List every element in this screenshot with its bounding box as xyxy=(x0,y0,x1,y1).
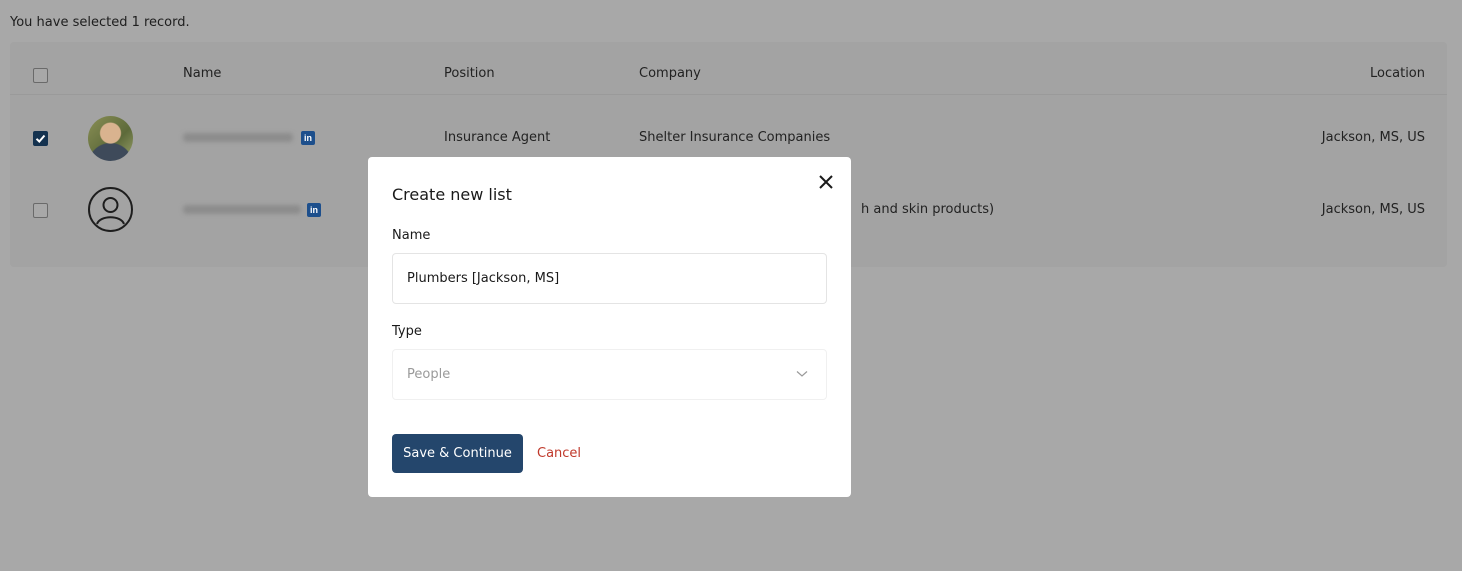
column-header-location: Location xyxy=(1370,66,1425,81)
check-icon xyxy=(35,134,46,143)
cell-company: Shelter Insurance Companies xyxy=(639,130,831,145)
save-continue-button[interactable]: Save & Continue xyxy=(392,434,523,473)
name-field-label: Name xyxy=(392,228,431,243)
type-select-value: People xyxy=(407,367,451,382)
cell-location: Jackson, MS, US xyxy=(1321,202,1425,217)
create-list-modal: Create new list Name Type People Save & … xyxy=(368,157,851,497)
modal-title: Create new list xyxy=(392,185,512,204)
column-header-name: Name xyxy=(183,66,222,81)
select-all-checkbox[interactable] xyxy=(33,68,48,83)
contact-name[interactable] xyxy=(183,133,293,142)
cell-company: h and skin products) xyxy=(861,202,995,217)
type-field-label: Type xyxy=(392,324,422,339)
type-select[interactable]: People xyxy=(392,349,827,400)
linkedin-icon[interactable]: in xyxy=(307,203,321,217)
contact-name[interactable] xyxy=(183,205,301,214)
row-checkbox[interactable] xyxy=(33,203,48,218)
close-icon[interactable] xyxy=(817,173,835,191)
user-icon xyxy=(88,187,133,232)
cell-position: Insurance Agent xyxy=(444,130,551,145)
table-header: Name Position Company Location xyxy=(10,42,1447,95)
selection-note: You have selected 1 record. xyxy=(10,15,190,30)
chevron-down-icon xyxy=(796,371,808,377)
list-name-input[interactable] xyxy=(392,253,827,304)
column-header-company: Company xyxy=(639,66,701,81)
cell-location: Jackson, MS, US xyxy=(1321,130,1425,145)
cancel-button[interactable]: Cancel xyxy=(537,446,581,461)
linkedin-icon[interactable]: in xyxy=(301,131,315,145)
avatar xyxy=(88,116,133,161)
row-checkbox[interactable] xyxy=(33,131,48,146)
column-header-position: Position xyxy=(444,66,495,81)
